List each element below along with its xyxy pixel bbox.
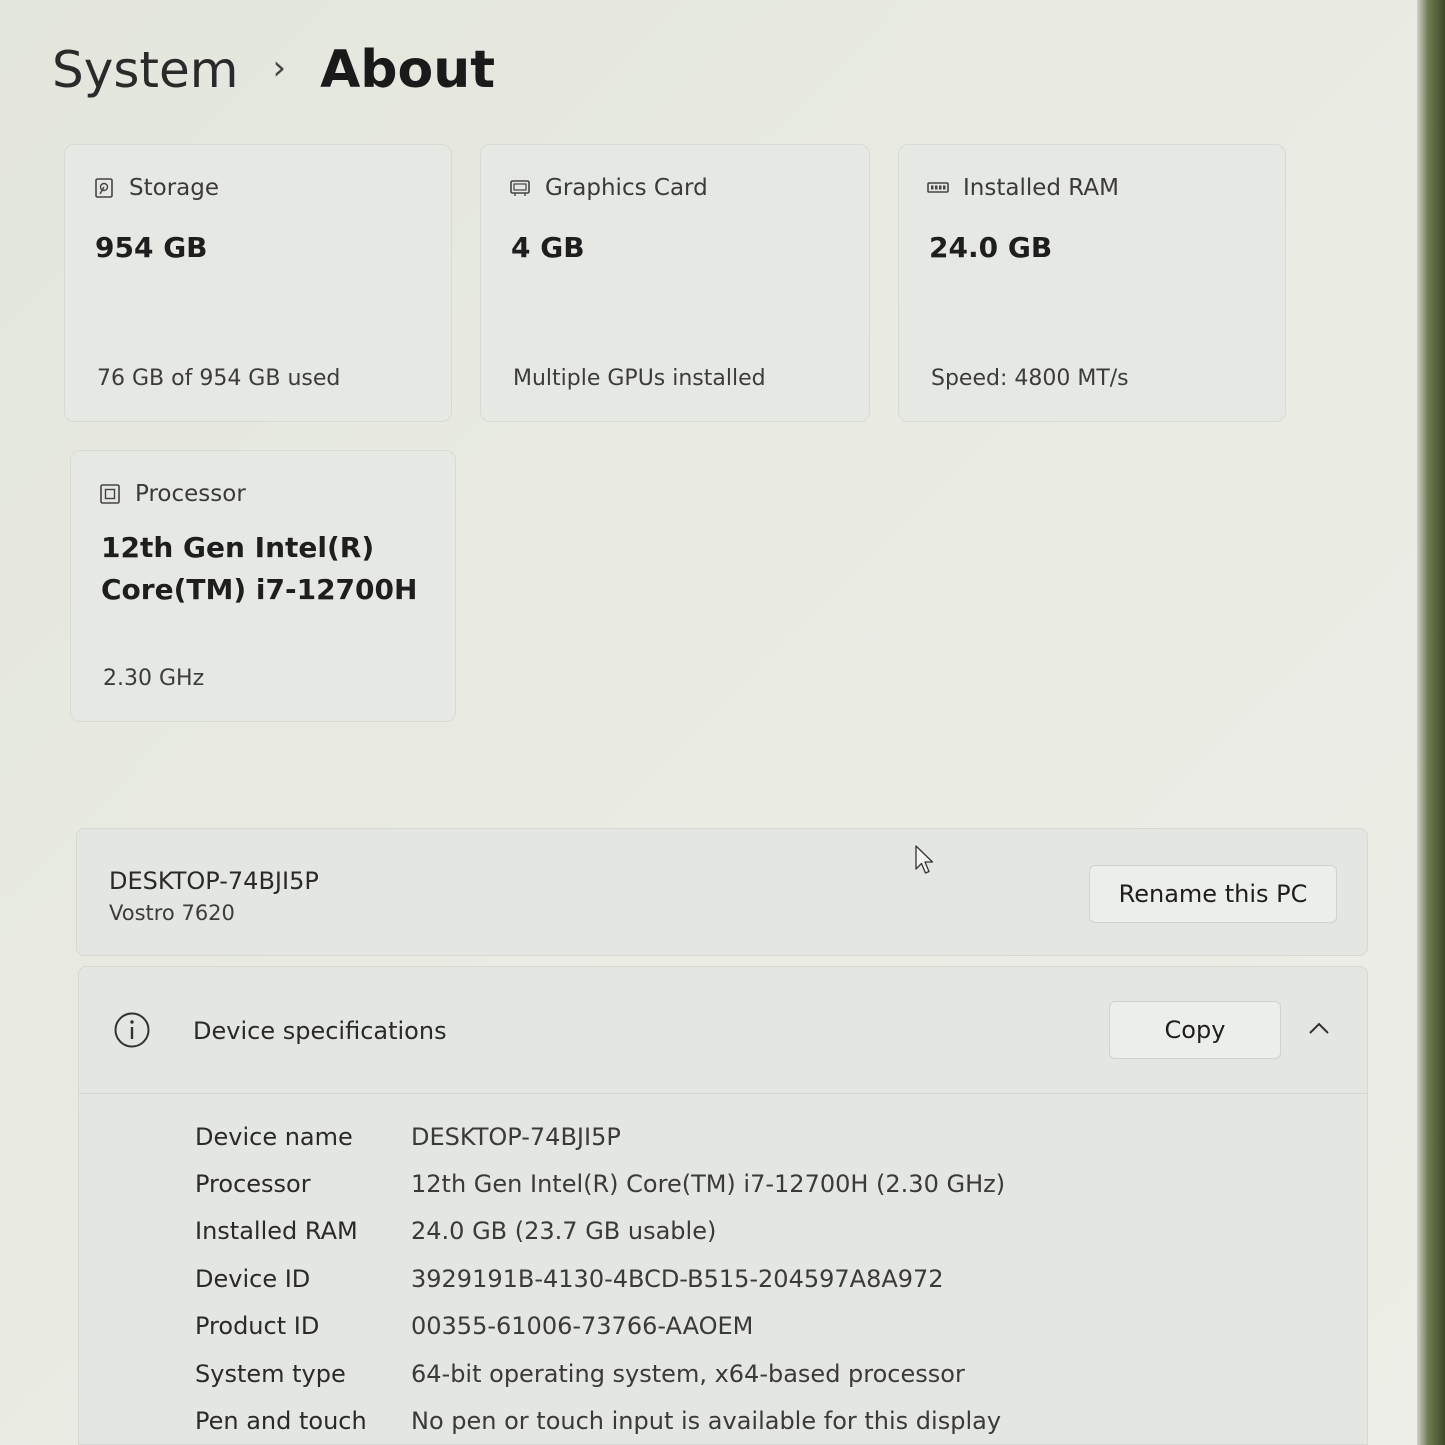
spec-label: Pen and touch [195, 1407, 367, 1436]
breadcrumb-system[interactable]: System [52, 41, 238, 99]
graphics-sub: Multiple GPUs installed [513, 366, 766, 391]
spec-row-device-id: Device ID 3929191B-4130-4BCD-B515-204597… [195, 1255, 1005, 1302]
processor-icon [100, 484, 120, 504]
storage-card-header: Storage [93, 175, 219, 201]
spec-value: DESKTOP-74BJI5P [411, 1122, 621, 1151]
spec-label: Processor [195, 1170, 311, 1199]
spec-label: Device ID [195, 1264, 311, 1293]
ram-icon [927, 182, 949, 193]
pc-name-panel: DESKTOP-74BJI5P Vostro 7620 Rename this … [76, 828, 1368, 956]
spec-value: No pen or touch input is available for t… [411, 1407, 1002, 1436]
processor-speed: 2.30 GHz [103, 666, 205, 691]
spec-row-system-type: System type 64-bit operating system, x64… [195, 1350, 1005, 1397]
spec-row-device-name: Device name DESKTOP-74BJI5P [195, 1113, 1005, 1160]
gpu-icon [510, 180, 530, 196]
ram-card-title: Installed RAM [963, 175, 1119, 201]
ram-speed: Speed: 4800 MT/s [931, 366, 1129, 391]
device-specifications-panel: Device specifications Copy Device name D… [78, 966, 1368, 1445]
spec-row-product-id: Product ID 00355-61006-73766-AAOEM [195, 1303, 1005, 1350]
graphics-card[interactable]: Graphics Card 4 GB Multiple GPUs install… [480, 144, 870, 422]
graphics-card-header: Graphics Card [509, 175, 708, 201]
spec-label: System type [195, 1359, 346, 1388]
graphics-value: 4 GB [511, 231, 585, 264]
page-title: About [320, 40, 496, 100]
storage-usage: 76 GB of 954 GB used [97, 366, 341, 391]
processor-card-header: Processor [99, 481, 246, 507]
mouse-cursor-icon [915, 845, 934, 874]
spec-rows: Device name DESKTOP-74BJI5P Processor 12… [195, 1113, 1005, 1445]
desktop-wallpaper-edge [1417, 0, 1445, 1445]
spec-value: 24.0 GB (23.7 GB usable) [411, 1217, 717, 1246]
storage-value: 954 GB [95, 231, 208, 264]
spec-value: 64-bit operating system, x64-based proce… [411, 1359, 965, 1388]
spec-row-processor: Processor 12th Gen Intel(R) Core(TM) i7-… [195, 1160, 1005, 1207]
spec-value: 00355-61006-73766-AAOEM [411, 1312, 754, 1341]
spec-value: 12th Gen Intel(R) Core(TM) i7-12700H (2.… [411, 1170, 1006, 1199]
info-icon [114, 1012, 150, 1048]
processor-card[interactable]: Processor 12th Gen Intel(R) Core(TM) i7-… [70, 450, 456, 722]
device-specifications-header[interactable]: Device specifications Copy [79, 967, 1367, 1094]
pc-model: Vostro 7620 [109, 901, 235, 925]
chevron-up-icon[interactable] [1307, 1017, 1331, 1041]
spec-label: Product ID [195, 1312, 320, 1341]
spec-row-pen-and-touch: Pen and touch No pen or touch input is a… [195, 1397, 1005, 1444]
storage-card-title: Storage [129, 175, 219, 201]
copy-button[interactable]: Copy [1109, 1001, 1281, 1059]
storage-card[interactable]: Storage 954 GB 76 GB of 954 GB used [64, 144, 452, 422]
storage-icon [95, 178, 113, 198]
breadcrumb: System › About [52, 40, 495, 100]
spec-label: Installed RAM [195, 1217, 358, 1246]
rename-pc-button[interactable]: Rename this PC [1089, 865, 1337, 923]
spec-value: 3929191B-4130-4BCD-B515-204597A8A972 [411, 1264, 944, 1293]
processor-value: 12th Gen Intel(R) Core(TM) i7-12700H [101, 527, 417, 611]
graphics-card-title: Graphics Card [545, 175, 708, 201]
pc-name: DESKTOP-74BJI5P [109, 867, 319, 895]
ram-value: 24.0 GB [929, 231, 1053, 264]
breadcrumb-chevron-icon: › [272, 48, 287, 88]
device-specifications-title: Device specifications [193, 1017, 447, 1045]
ram-card[interactable]: Installed RAM 24.0 GB Speed: 4800 MT/s [898, 144, 1286, 422]
processor-value-line1: 12th Gen Intel(R) [101, 531, 375, 564]
processor-card-title: Processor [135, 481, 246, 507]
processor-value-line2: Core(TM) i7-12700H [101, 573, 418, 606]
spec-label: Device name [195, 1122, 353, 1151]
spec-row-installed-ram: Installed RAM 24.0 GB (23.7 GB usable) [195, 1208, 1005, 1255]
ram-card-header: Installed RAM [927, 175, 1119, 201]
